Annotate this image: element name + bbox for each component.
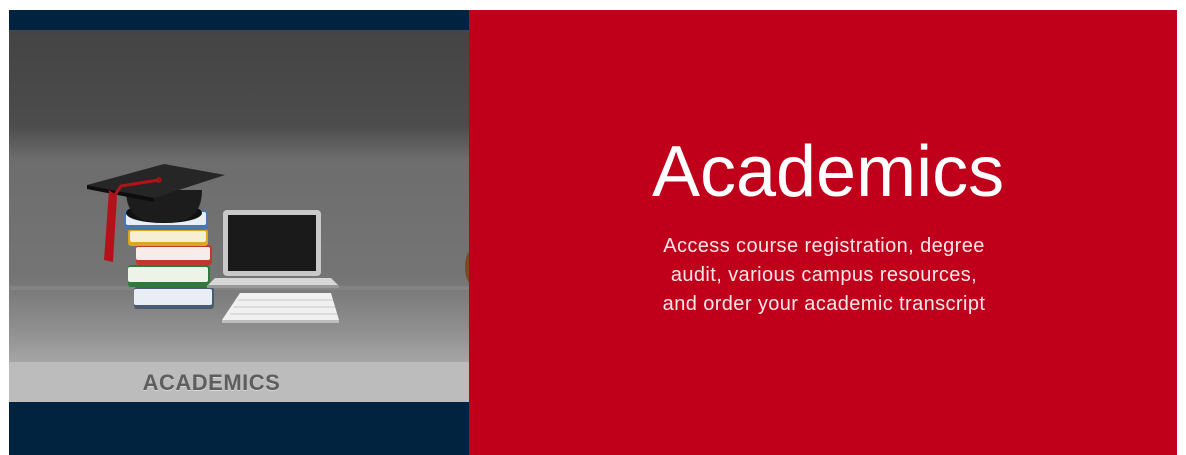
keyboard-icon <box>222 293 339 323</box>
academics-promo[interactable]: Academics Access course registration, de… <box>469 10 1177 455</box>
book-stack-icon <box>124 210 214 309</box>
academics-banner[interactable]: ACADEMICS Academics Access course regist… <box>9 10 1177 455</box>
image-label: ACADEMICS <box>142 370 281 395</box>
laptop-icon <box>207 210 339 288</box>
promo-description: Access course registration, degree audit… <box>662 235 986 315</box>
academics-image[interactable]: ACADEMICS <box>9 10 469 455</box>
promo-title: Academics <box>651 132 1005 212</box>
